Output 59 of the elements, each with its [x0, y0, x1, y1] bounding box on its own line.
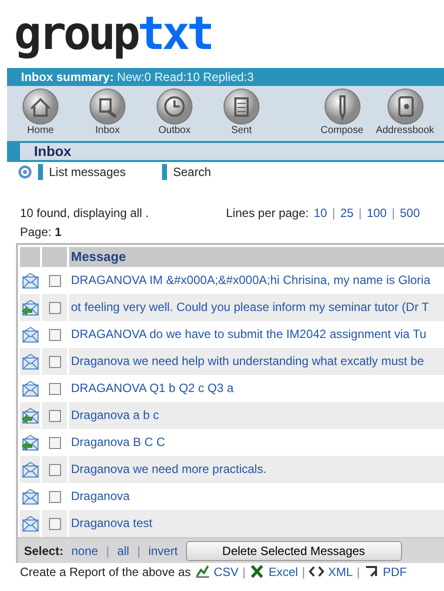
section-title: Inbox	[33, 143, 72, 160]
row-checkbox[interactable]	[48, 302, 60, 314]
select-link[interactable]: all	[117, 544, 130, 558]
delete-selected-button[interactable]: Delete Selected Messages	[186, 541, 402, 561]
separator: |	[302, 564, 306, 578]
select-label: Select:	[24, 544, 64, 558]
report-format-link[interactable]: Excel	[268, 564, 298, 578]
report-format-link[interactable]: PDF	[382, 564, 407, 578]
message-link[interactable]: Draganova test	[69, 510, 444, 537]
message-link[interactable]: Draganova we need help with understanding what excatly must be	[69, 348, 444, 375]
xml-export-icon[interactable]	[309, 564, 324, 579]
toolbar-button[interactable]: Home	[7, 88, 74, 136]
lines-per-page-link[interactable]: 100	[366, 206, 387, 222]
page-indicator: Page: 1	[19, 224, 62, 241]
message-link[interactable]: Draganova we need more practicals.	[69, 456, 444, 483]
toolbar-button[interactable]: Sent	[208, 88, 275, 136]
row-checkbox[interactable]	[48, 356, 60, 368]
toolbar-button[interactable]: Compose	[311, 88, 373, 136]
row-checkbox[interactable]	[48, 518, 60, 530]
toolbar-button[interactable]: Inbox	[74, 88, 141, 136]
separator: |	[358, 206, 362, 222]
row-checkbox[interactable]	[48, 382, 60, 394]
separator: |	[356, 564, 360, 578]
subtab[interactable]: List messages	[38, 164, 156, 180]
excel-export-icon[interactable]	[250, 564, 265, 579]
separator: |	[106, 544, 110, 558]
row-checkbox[interactable]	[48, 274, 60, 286]
toolbar-button[interactable]: Outbox	[141, 88, 208, 136]
row-checkbox[interactable]	[48, 436, 60, 448]
report-format-link[interactable]: XML	[328, 564, 353, 578]
csv-export-icon[interactable]	[194, 564, 210, 579]
separator: |	[332, 206, 336, 222]
select-link[interactable]: invert	[148, 544, 178, 558]
column-header: Message	[69, 247, 444, 267]
results-count: 10 found, displaying all .	[20, 206, 150, 222]
separator: |	[137, 544, 140, 558]
lines-per-page-link[interactable]: 25	[340, 206, 354, 222]
subtab[interactable]: Search	[162, 164, 280, 180]
message-link[interactable]: Draganova a b c	[69, 402, 444, 429]
toolbar-button[interactable]: Addressbook	[373, 88, 437, 136]
row-checkbox[interactable]	[48, 410, 60, 422]
header-cell	[42, 247, 67, 267]
row-checkbox[interactable]	[48, 490, 60, 502]
message-link[interactable]: ot feeling very well. Could you please inform my seminar tutor (Dr T	[69, 294, 444, 321]
home-icon	[22, 88, 59, 125]
pdf-export-icon[interactable]	[364, 564, 379, 579]
select-link[interactable]: none	[71, 544, 98, 558]
lines-per-page-link[interactable]: 10	[314, 206, 328, 222]
lines-per-page-link[interactable]: 500	[400, 206, 420, 222]
header-cell	[20, 247, 40, 267]
lines-per-page-label: Lines per page:	[226, 206, 309, 222]
report-label: Create a Report of the above as	[20, 564, 191, 578]
separator: |	[242, 564, 246, 578]
separator: |	[392, 206, 395, 222]
logo: grouptxt	[13, 5, 212, 62]
report-format-link[interactable]: CSV	[214, 564, 238, 578]
row-checkbox[interactable]	[48, 464, 60, 476]
row-checkbox[interactable]	[48, 328, 60, 340]
inbox-summary-bar: Inbox summary: New:0 Read:10 Replied:3	[7, 68, 444, 86]
